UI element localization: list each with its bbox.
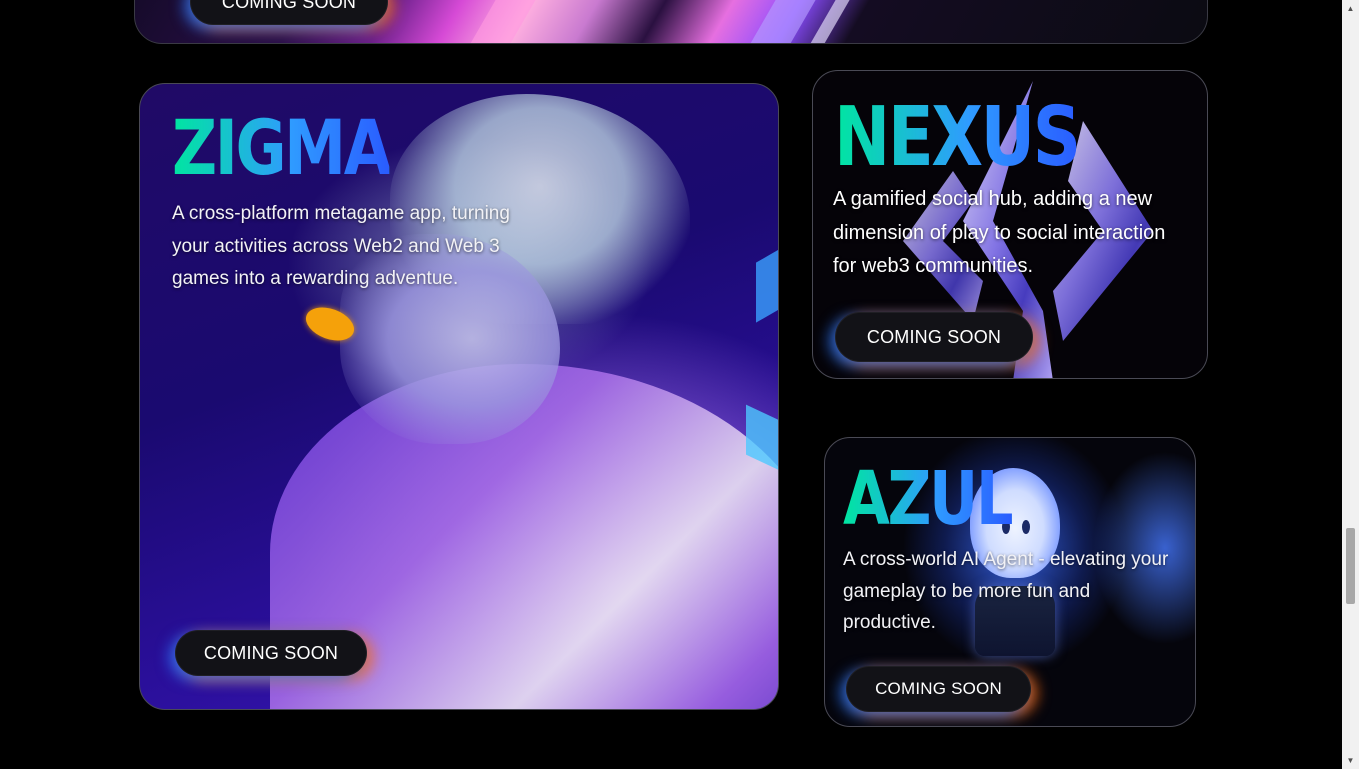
top-card-partial: COMING SOON <box>134 0 1208 44</box>
zigma-description: A cross-platform metagame app, turning y… <box>172 203 510 289</box>
azul-card: AZUL A cross-world AI Agent - elevating … <box>824 437 1196 727</box>
triangle-up-icon[interactable]: ▲ <box>1342 0 1359 17</box>
nexus-card: NEXUS A gamified social hub, adding a ne… <box>812 70 1208 379</box>
top-card-shard <box>800 0 884 43</box>
zigma-title: ZIGMA <box>172 103 392 192</box>
azul-description: A cross-world AI Agent - elevating your … <box>843 549 1169 633</box>
nexus-title: NEXUS <box>834 90 1081 185</box>
zigma-card: ZIGMA A cross-platform metagame app, tur… <box>139 83 779 710</box>
top-card-shard <box>460 0 570 43</box>
zigma-decor-shape <box>756 245 778 323</box>
triangle-down-icon[interactable]: ▼ <box>1342 752 1359 769</box>
azul-title: AZUL <box>843 456 1015 542</box>
azul-coming-soon-button[interactable]: COMING SOON <box>846 666 1031 712</box>
azul-ghost-eye <box>1022 520 1030 534</box>
top-card-coming-soon-button[interactable]: COMING SOON <box>190 0 388 25</box>
page: COMING SOON ZIGMA A cross-platform metag… <box>0 0 1359 769</box>
scrollbar-thumb[interactable] <box>1346 528 1355 604</box>
nexus-description: A gamified social hub, adding a new dime… <box>833 188 1166 277</box>
vertical-scrollbar[interactable]: ▲ ▼ <box>1342 0 1359 769</box>
nexus-coming-soon-button[interactable]: COMING SOON <box>835 312 1033 362</box>
zigma-coming-soon-button[interactable]: COMING SOON <box>175 630 367 676</box>
